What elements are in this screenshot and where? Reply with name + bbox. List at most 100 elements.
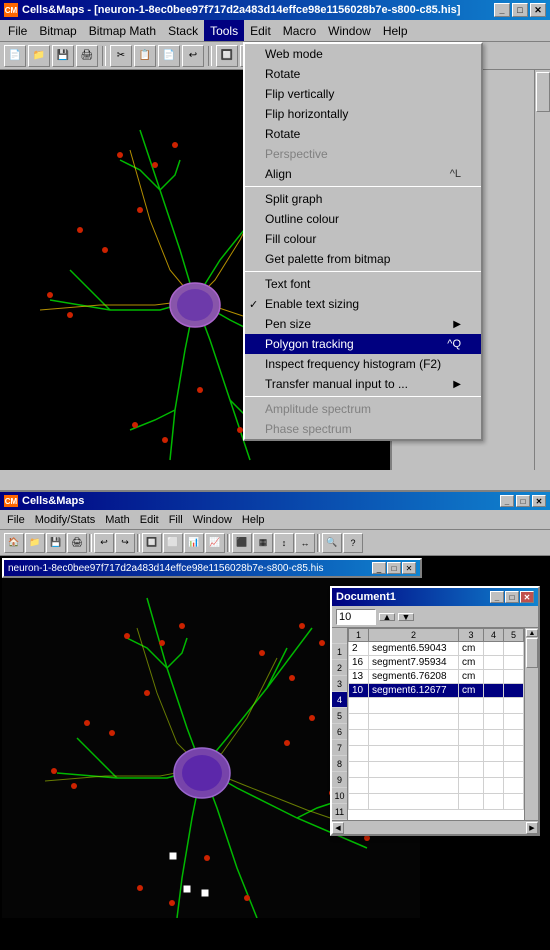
bottom-tb-2[interactable]: 📁 [25,533,45,553]
doc-close[interactable]: ✕ [520,591,534,603]
table-row[interactable] [349,714,524,730]
doc-scroll-down[interactable]: ▼ [398,613,414,621]
bottom-menu-help[interactable]: Help [237,513,270,527]
bottom-tb-16[interactable]: ? [343,533,363,553]
bottom-tb-sep2 [137,534,140,552]
maximize-button[interactable]: □ [512,3,528,17]
scroll-thumb[interactable] [536,72,550,112]
menu-help[interactable]: Help [377,20,414,41]
menu-edit[interactable]: Edit [244,20,277,41]
table-row[interactable]: 16 segment7.95934 cm [349,656,524,670]
menu-item-transfer-manual[interactable]: Transfer manual input to ... ▶ [245,374,481,394]
doc-minimize[interactable]: _ [490,591,504,603]
menu-item-split-graph[interactable]: Split graph [245,189,481,209]
menu-item-inspect-frequency[interactable]: Inspect frequency histogram (F2) [245,354,481,374]
doc-scroll-up-btn[interactable]: ▲ [526,629,538,637]
doc-value-input[interactable] [336,609,376,625]
bottom-close[interactable]: ✕ [532,495,546,507]
bottom-tb-4[interactable]: 🖨 [67,533,87,553]
bottom-tb-15[interactable]: 🔍 [322,533,342,553]
cell-7-2 [369,730,459,746]
menu-file[interactable]: File [2,20,33,41]
table-row[interactable] [349,746,524,762]
menu-item-text-font[interactable]: Text font [245,274,481,294]
menu-bitmap[interactable]: Bitmap [33,20,82,41]
menu-item-align[interactable]: Align ^L [245,164,481,184]
toolbar-btn-8[interactable]: ↩ [182,45,204,67]
bottom-tb-1[interactable]: 🏠 [4,533,24,553]
menu-window[interactable]: Window [322,20,377,41]
menu-bitmap-math[interactable]: Bitmap Math [83,20,162,41]
bottom-tb-7[interactable]: 🔲 [142,533,162,553]
subwindow-minimize[interactable]: _ [372,562,386,574]
close-button[interactable]: ✕ [530,3,546,17]
bottom-menu-window[interactable]: Window [188,513,237,527]
menu-item-flip-horizontally[interactable]: Flip horizontally [245,104,481,124]
doc-scroll-thumb[interactable] [526,638,538,668]
table-row[interactable] [349,762,524,778]
bottom-tb-3[interactable]: 💾 [46,533,66,553]
toolbar-btn-2[interactable]: 📁 [28,45,50,67]
menu-item-polygon-tracking[interactable]: Polygon tracking ^Q [245,334,481,354]
bottom-maximize[interactable]: □ [516,495,530,507]
bottom-menu-fill[interactable]: Fill [164,513,188,527]
doc-maximize[interactable]: □ [505,591,519,603]
toolbar-btn-6[interactable]: 📋 [134,45,156,67]
table-row[interactable] [349,698,524,714]
bottom-tb-11[interactable]: ⬛ [232,533,252,553]
bottom-tb-8[interactable]: ⬜ [163,533,183,553]
menu-tools[interactable]: Tools [204,20,244,41]
bottom-toolbar: 🏠 📁 💾 🖨 ↩ ↪ 🔲 ⬜ 📊 📈 ⬛ ▦ ↕ ↔ 🔍 ? [0,530,550,556]
bottom-menu-edit[interactable]: Edit [135,513,164,527]
menu-item-fill-colour[interactable]: Fill colour [245,229,481,249]
subwindow-maximize[interactable]: □ [387,562,401,574]
right-scrollbar[interactable] [534,70,550,470]
menu-item-enable-text-sizing[interactable]: ✓ Enable text sizing [245,294,481,314]
toolbar-btn-3[interactable]: 💾 [52,45,74,67]
menu-item-outline-colour[interactable]: Outline colour [245,209,481,229]
cell-8-5 [504,746,524,762]
bottom-tb-12[interactable]: ▦ [253,533,273,553]
toolbar-btn-5[interactable]: ✂ [110,45,132,67]
table-row[interactable] [349,778,524,794]
bottom-tb-9[interactable]: 📊 [184,533,204,553]
subwindow-close[interactable]: ✕ [402,562,416,574]
table-row[interactable] [349,730,524,746]
doc-scroll-up[interactable]: ▲ [379,613,395,621]
doc-vscrollbar[interactable]: ▲ [524,628,538,820]
toolbar-btn-1[interactable]: 📄 [4,45,26,67]
bottom-tb-5[interactable]: ↩ [94,533,114,553]
bottom-menu-file[interactable]: File [2,513,30,527]
menu-item-rotate-1[interactable]: Rotate [245,64,481,84]
bottom-menu-math[interactable]: Math [100,513,134,527]
table-row[interactable] [349,794,524,810]
menu-item-pen-size[interactable]: Pen size ▶ [245,314,481,334]
bottom-minimize[interactable]: _ [500,495,514,507]
doc-scroll-right-btn[interactable]: ▶ [526,822,538,834]
doc-hscrollbar[interactable]: ◀ ▶ [332,820,538,834]
bottom-tb-6[interactable]: ↪ [115,533,135,553]
minimize-button[interactable]: _ [494,3,510,17]
cell-3-3: cm [459,670,484,684]
menu-item-rotate-2[interactable]: Rotate [245,124,481,144]
dropdown-sep-3 [245,396,481,397]
toolbar-btn-7[interactable]: 📄 [158,45,180,67]
menu-stack[interactable]: Stack [162,20,204,41]
dropdown-sep-1 [245,186,481,187]
toolbar-btn-9[interactable]: 🔲 [216,45,238,67]
row-num-10: 10 [332,788,347,804]
table-row[interactable]: 13 segment6.76208 cm [349,670,524,684]
bottom-menu-modify[interactable]: Modify/Stats [30,513,101,527]
menu-macro[interactable]: Macro [277,20,322,41]
toolbar-btn-4[interactable]: 🖨 [76,45,98,67]
menu-item-get-palette[interactable]: Get palette from bitmap [245,249,481,269]
bottom-tb-13[interactable]: ↕ [274,533,294,553]
row-num-1: 1 [332,644,347,660]
doc-scroll-left-btn[interactable]: ◀ [332,822,344,834]
bottom-tb-14[interactable]: ↔ [295,533,315,553]
menu-item-web-mode[interactable]: Web mode [245,44,481,64]
bottom-tb-10[interactable]: 📈 [205,533,225,553]
table-row[interactable]: 2 segment6.59043 cm [349,642,524,656]
table-row-selected[interactable]: 10 segment6.12677 cm [349,684,524,698]
menu-item-flip-vertically[interactable]: Flip vertically [245,84,481,104]
